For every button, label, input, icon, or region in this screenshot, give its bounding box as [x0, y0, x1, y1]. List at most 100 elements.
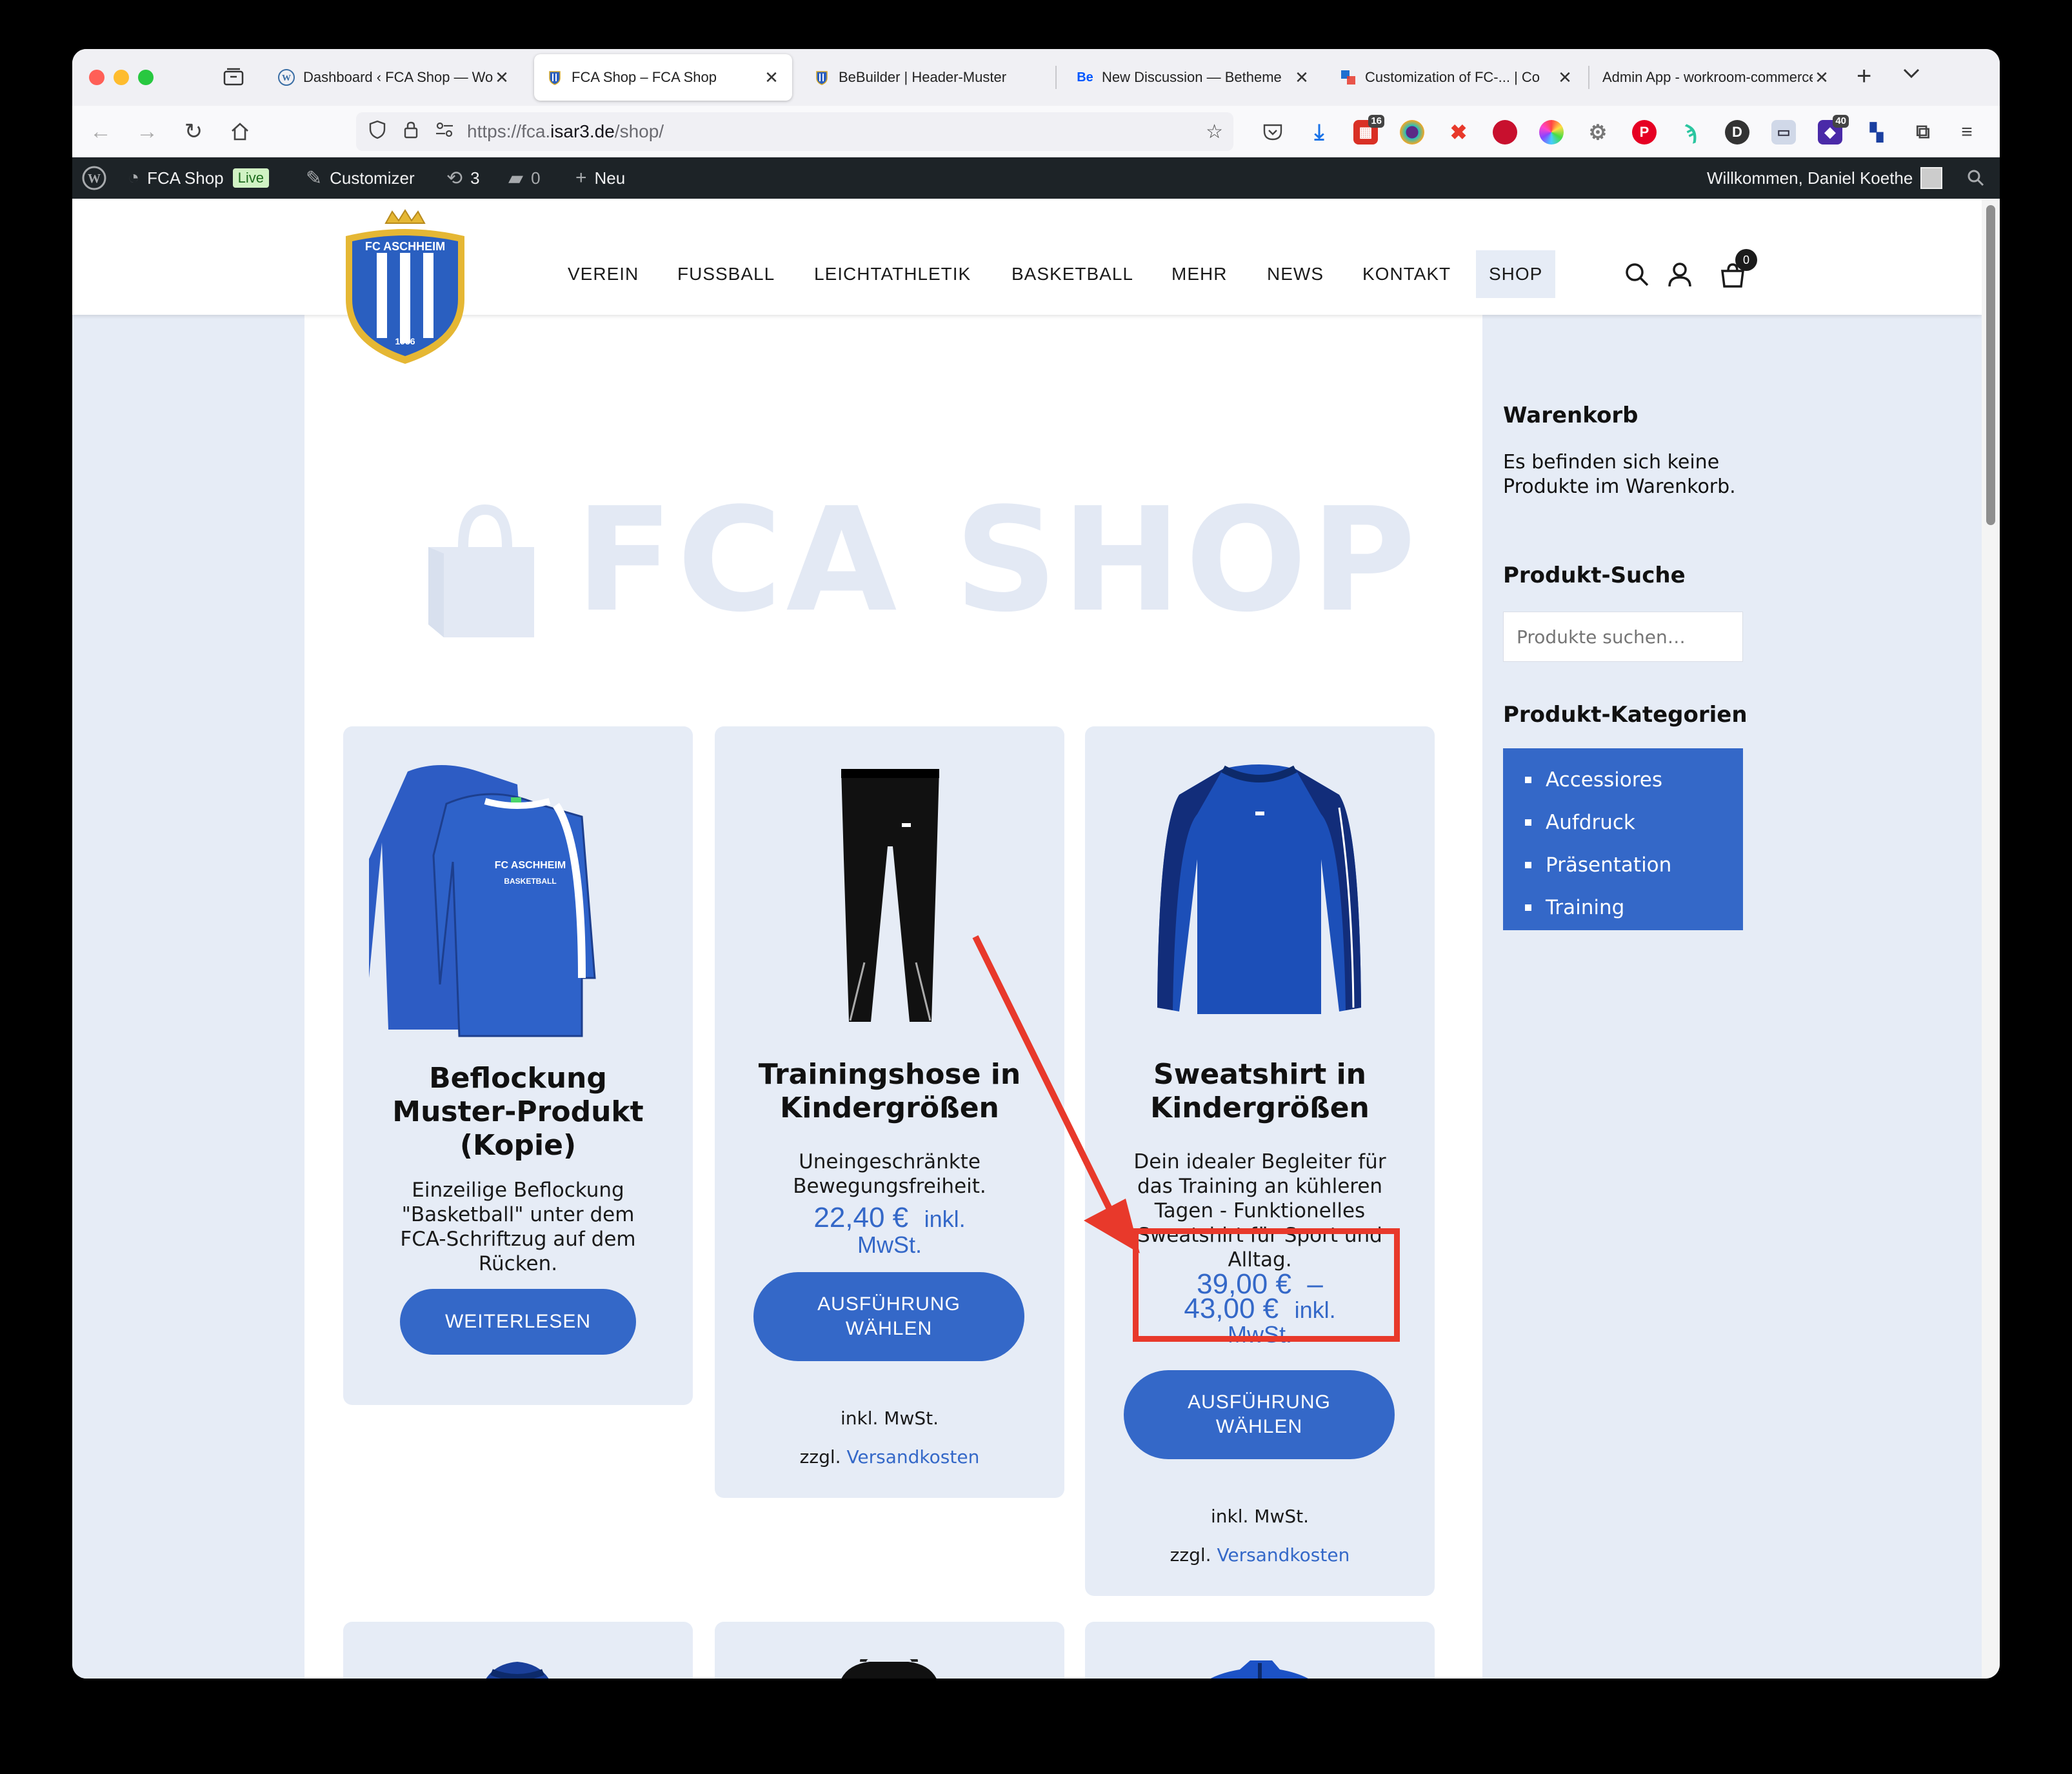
fca-crest-icon [546, 68, 564, 86]
category-training[interactable]: Training [1503, 886, 1743, 929]
wordpress-logo-icon[interactable]: W [81, 157, 107, 199]
plus-icon: + [575, 167, 587, 188]
tracking-shield-icon[interactable] [365, 120, 390, 144]
close-tab-icon[interactable]: ✕ [1556, 68, 1574, 88]
scrollbar-thumb[interactable] [1986, 205, 1995, 525]
tab-betheme[interactable]: Be New Discussion — Betheme ✕ [1064, 54, 1322, 101]
product-card-trainingshose[interactable]: Trainingshose in Kindergrößen Uneingesch… [715, 726, 1064, 1498]
fc-aschheim-logo[interactable]: FC ASCHHEIM 1956 [341, 209, 470, 370]
product-image-sweatshirt[interactable] [1152, 762, 1366, 1027]
behance-icon: Be [1077, 70, 1093, 85]
product-image-backpack[interactable] [812, 1659, 966, 1679]
tab-dashboard[interactable]: W Dashboard ‹ FCA Shop — Wo ✕ [266, 54, 523, 101]
color-picker-extension-icon[interactable] [1400, 120, 1424, 145]
weiterlesen-button[interactable]: WEITERLESEN [400, 1289, 636, 1355]
close-tab-icon[interactable]: ✕ [1293, 68, 1311, 88]
menu-hamburger-icon[interactable]: ≡ [1955, 120, 1979, 145]
category-aufdruck[interactable]: Aufdruck [1503, 801, 1743, 844]
zoom-window-button[interactable] [138, 70, 154, 85]
grid-extension-icon[interactable]: ▚ [1864, 120, 1889, 145]
bird-extension-icon[interactable]: ϡ [1679, 120, 1703, 145]
gear-extension-icon[interactable]: ⚙ [1586, 120, 1610, 145]
user-account-icon[interactable] [1666, 261, 1694, 289]
pinterest-icon[interactable]: P [1632, 120, 1657, 145]
comments-link[interactable]: ▰ 0 [508, 157, 541, 199]
product-title[interactable]: Beflockung Muster-Produkt (Kopie) [343, 1062, 693, 1162]
account-menu[interactable]: Willkommen, Daniel Koethe [1707, 157, 1943, 199]
minimize-window-button[interactable] [114, 70, 129, 85]
svg-text:W: W [88, 172, 101, 186]
calendar-extension-icon[interactable]: ▦ 16 [1353, 115, 1384, 145]
menu-leichtathletik[interactable]: LEICHTATHLETIK [814, 250, 971, 298]
menu-basketball[interactable]: BASKETBALL [1011, 250, 1133, 298]
tab-fca-shop[interactable]: FCA Shop – FCA Shop ✕ [534, 54, 792, 101]
d-extension-icon[interactable]: D [1725, 120, 1749, 145]
menu-verein[interactable]: VEREIN [568, 250, 639, 298]
categories-widget-heading: Produkt-Kategorien [1503, 702, 1748, 728]
menu-mehr[interactable]: MEHR [1171, 250, 1227, 298]
red-bird-extension-icon[interactable] [1493, 120, 1517, 145]
product-image-jersey[interactable]: FC ASCHHEIM BASKETBALL [369, 759, 640, 1042]
product-card-next-2[interactable] [715, 1622, 1064, 1679]
close-tab-icon[interactable]: ✕ [493, 68, 511, 88]
category-accessiores[interactable]: Accessiores [1503, 759, 1743, 801]
cart-count-badge: 0 [1735, 249, 1757, 271]
close-tab-icon[interactable]: ✕ [762, 68, 781, 88]
downloads-icon[interactable]: ⤓ [1307, 120, 1331, 145]
close-tab-icon[interactable]: ✕ [1813, 68, 1831, 88]
tab-customization[interactable]: Customization of FC-... | Co ✕ [1328, 54, 1586, 101]
menu-kontakt[interactable]: KONTAKT [1362, 250, 1451, 298]
search-icon[interactable] [1623, 261, 1651, 289]
screen-extension-icon[interactable]: ▭ [1771, 120, 1796, 145]
shield-extension-icon[interactable]: ◆ 40 [1818, 115, 1849, 145]
pocket-icon[interactable] [1260, 120, 1285, 145]
versandkosten-link[interactable]: Versandkosten [1217, 1544, 1350, 1566]
search-icon[interactable] [1966, 157, 1986, 199]
forward-arrow-icon[interactable]: → [132, 116, 163, 147]
wordpress-icon: W [277, 68, 295, 86]
product-image-trousers[interactable] [835, 769, 946, 1022]
new-tab-plus-icon[interactable]: + [1857, 62, 1871, 91]
page-scrollbar[interactable] [1982, 199, 2000, 1679]
menu-shop[interactable]: SHOP [1476, 250, 1556, 298]
permissions-icon[interactable] [432, 121, 457, 143]
product-card-next-3[interactable] [1085, 1622, 1435, 1679]
product-card-next-1[interactable] [343, 1622, 693, 1679]
lock-icon[interactable] [399, 120, 423, 144]
ausfuehrung-waehlen-button[interactable]: AUSFÜHRUNG WÄHLEN [1124, 1370, 1395, 1459]
product-card-beflockung[interactable]: FC ASCHHEIM BASKETBALL Beflockung Muster… [343, 726, 693, 1405]
product-image-shirt[interactable] [446, 1659, 588, 1679]
reload-icon[interactable]: ↻ [178, 116, 209, 147]
browser-window: W Dashboard ‹ FCA Shop — Wo ✕ FCA Shop –… [72, 49, 2000, 1679]
product-description: Einzeilige Beflockung "Basketball" unter… [400, 1179, 636, 1275]
home-icon[interactable] [224, 116, 255, 147]
rainbow-extension-icon[interactable] [1539, 120, 1564, 145]
tab-bebuilder[interactable]: BeBuilder | Header-Muster [801, 54, 1053, 101]
extensions-puzzle-icon[interactable]: ⧉ [1911, 120, 1935, 145]
ausfuehrung-waehlen-button[interactable]: AUSFÜHRUNG WÄHLEN [753, 1272, 1024, 1361]
back-arrow-icon[interactable]: ← [85, 116, 116, 147]
shipping-note: zzgl. Versandkosten [799, 1446, 980, 1468]
versandkosten-link[interactable]: Versandkosten [846, 1446, 979, 1468]
product-card-sweatshirt[interactable]: Sweatshirt in Kindergrößen Dein idealer … [1085, 726, 1435, 1596]
cross-extension-icon[interactable]: ✖ [1446, 120, 1471, 145]
updates-link[interactable]: ⟲ 3 [446, 157, 480, 199]
product-image-jacket[interactable] [1175, 1660, 1343, 1679]
url-bar[interactable]: https://fca.isar3.de/shop/ ☆ [356, 112, 1233, 151]
brush-icon: ✎ [306, 167, 323, 189]
site-menu[interactable]: ◔ FCA Shop Live [128, 157, 269, 199]
product-title[interactable]: Trainingshose in Kindergrößen [715, 1058, 1064, 1125]
bookmark-star-icon[interactable]: ☆ [1206, 121, 1223, 143]
list-all-tabs-chevron-icon[interactable] [1902, 63, 1921, 85]
menu-news[interactable]: NEWS [1267, 250, 1324, 298]
tab-overview-icon[interactable] [222, 66, 245, 89]
close-window-button[interactable] [89, 70, 105, 85]
product-title[interactable]: Sweatshirt in Kindergrößen [1085, 1058, 1435, 1125]
customizer-link[interactable]: ✎ Customizer [306, 157, 415, 199]
menu-fussball[interactable]: FUSSBALL [677, 250, 775, 298]
product-search-input[interactable] [1503, 612, 1743, 662]
live-badge: Live [232, 168, 269, 188]
category-praesentation[interactable]: Präsentation [1503, 844, 1743, 886]
tab-admin-app[interactable]: Admin App - workroom-commerce ✕ [1591, 54, 1842, 101]
new-content-link[interactable]: + Neu [575, 157, 625, 199]
